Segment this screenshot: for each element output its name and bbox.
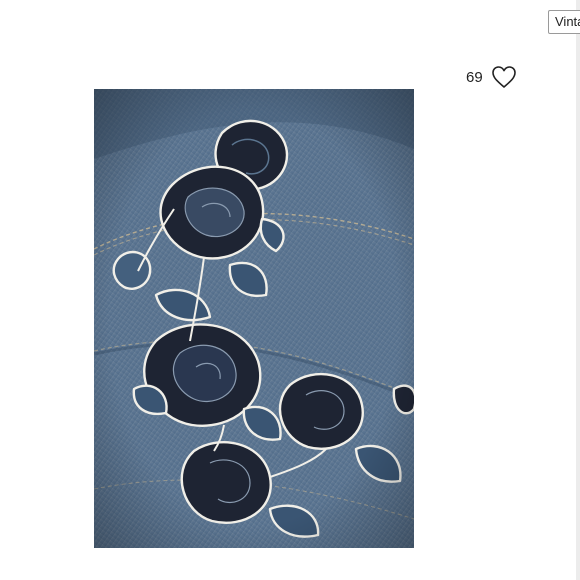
page-edge-divider	[576, 0, 580, 580]
like-count: 69	[466, 68, 483, 86]
tag-chip-label: Vintage	[555, 14, 580, 29]
product-photo[interactable]	[94, 89, 414, 548]
tag-chip[interactable]: Vintage	[548, 10, 580, 34]
heart-icon[interactable]	[491, 65, 517, 89]
embroidered-denim-photo	[94, 89, 414, 548]
like-control[interactable]: 69	[466, 62, 517, 92]
